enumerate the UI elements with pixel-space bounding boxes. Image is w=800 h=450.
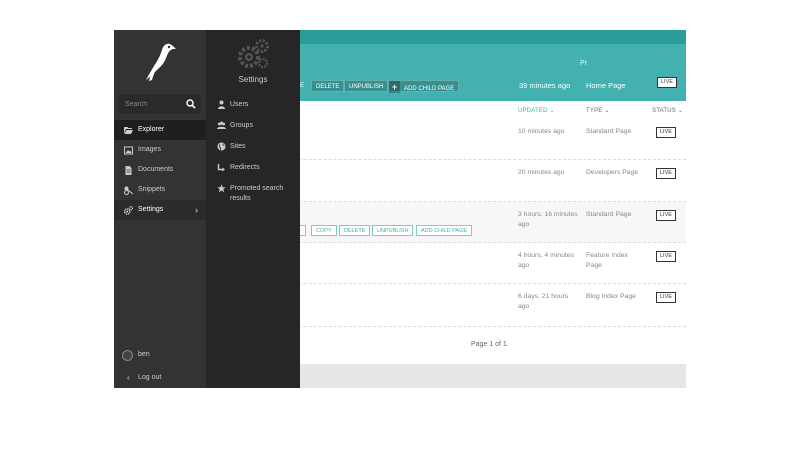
redirect-icon: [217, 164, 225, 172]
sort-arrow-icon: ⌄: [677, 108, 684, 114]
image-icon: [124, 146, 133, 155]
column-updated[interactable]: UPDATED ⌄: [518, 107, 555, 114]
user-icon: [218, 100, 225, 109]
row-updated: 6 days, 21 hours ago: [518, 293, 569, 310]
logout-link[interactable]: ‹ Log out: [114, 370, 206, 386]
sidebar-item-explorer[interactable]: Explorer: [114, 120, 206, 140]
site-icon: [217, 142, 226, 151]
column-status-label: STATUS: [652, 108, 676, 114]
row-status-badge: LIVE: [656, 292, 676, 303]
search-box: [119, 94, 201, 114]
sidebar-item-documents[interactable]: Documents: [114, 160, 206, 180]
pagination-text: Page 1 of 1.: [471, 341, 509, 348]
add-child-page-label: ADD CHILD PAGE: [404, 86, 455, 92]
row-updated: 10 minutes ago: [518, 128, 565, 135]
username: ben: [138, 351, 150, 358]
search-input[interactable]: [119, 94, 183, 114]
sidebar-item-label: Documents: [138, 166, 174, 173]
row-copy-button[interactable]: COPY: [311, 225, 337, 236]
folder-open-icon: [124, 127, 133, 134]
submenu-item-label: Redirects: [230, 164, 260, 171]
row-status-badge: LIVE: [656, 127, 676, 138]
row-updated: 3 hours, 16 minutes ago: [518, 211, 578, 228]
row-type: Blog Index Page: [586, 293, 636, 300]
snippet-icon: [124, 186, 133, 195]
search-icon[interactable]: [185, 98, 197, 110]
column-type-label: TYPE: [586, 108, 603, 114]
header-type: Home Page: [586, 81, 626, 90]
header-delete-button[interactable]: DELETE: [311, 80, 345, 92]
header-status-badge: LIVE: [657, 77, 677, 88]
row-updated: 4 hours, 4 minutes ago: [518, 252, 574, 269]
row-updated: 20 minutes ago: [518, 169, 565, 176]
document-icon: [125, 166, 132, 175]
sort-arrow-icon: ⌄: [604, 108, 610, 114]
submenu-item-label: Users: [230, 101, 249, 108]
app-window: Pr E DELETE UNPUBLISH + ADD CHILD PAGE 39…: [114, 30, 686, 388]
row-add-child-page-button[interactable]: ADD CHILD PAGE: [416, 225, 473, 236]
submenu-item-label: Sites: [230, 143, 246, 150]
column-status[interactable]: STATUS ⌄: [652, 107, 683, 114]
header-unpublish-button[interactable]: UNPUBLISH: [344, 80, 389, 92]
logout-label: Log out: [138, 374, 162, 381]
row-status-badge: LIVE: [656, 168, 676, 179]
cogs-icon: [124, 206, 133, 215]
row-status-badge: LIVE: [656, 210, 676, 221]
chevron-left-icon: ‹: [127, 373, 130, 382]
cogs-icon: [238, 39, 269, 69]
avatar: [122, 350, 133, 361]
row-type: Feature Index Page: [586, 252, 628, 269]
row-delete-button[interactable]: DELETE: [339, 225, 371, 236]
star-icon: [217, 184, 226, 193]
wagtail-logo-icon[interactable]: [140, 40, 180, 82]
row-unpublish-button[interactable]: UNPUBLISH: [372, 225, 414, 236]
sidebar-item-label: Snippets: [138, 186, 166, 193]
header-add-child-page-button[interactable]: + ADD CHILD PAGE: [388, 80, 460, 93]
column-type[interactable]: TYPE ⌄: [586, 107, 610, 114]
settings-submenu: Settings Users Groups Sites Redirects Pr…: [206, 30, 300, 388]
column-updated-label: UPDATED: [518, 108, 548, 114]
row-type: Developers Page: [586, 169, 639, 176]
chevron-right-icon: ›: [195, 205, 198, 215]
sidebar-item-snippets[interactable]: Snippets: [114, 180, 206, 200]
main-sidebar: Explorer Images Documents Snippets Setti…: [114, 30, 206, 388]
submenu-item-label: Groups: [230, 122, 253, 129]
row-status-badge: LIVE: [656, 251, 676, 262]
sidebar-item-label: Settings: [138, 206, 164, 213]
sidebar-item-images[interactable]: Images: [114, 140, 206, 160]
sort-arrow-icon: ⌄: [549, 108, 555, 114]
user-account[interactable]: ben: [114, 348, 206, 364]
plus-icon: +: [389, 81, 400, 93]
sidebar-item-settings[interactable]: Settings ›: [114, 200, 206, 220]
submenu-item-label: Promoted search results: [230, 185, 284, 202]
submenu-title: Settings: [238, 75, 268, 84]
sidebar-item-label: Explorer: [138, 126, 165, 133]
header-updated: 39 minutes ago: [519, 81, 571, 90]
sidebar-item-label: Images: [138, 146, 161, 153]
header-cut-text: Pr: [580, 60, 587, 67]
row-type: Standard Page: [586, 128, 632, 135]
group-icon: [217, 121, 226, 129]
row-type: Standard Page: [586, 211, 632, 218]
